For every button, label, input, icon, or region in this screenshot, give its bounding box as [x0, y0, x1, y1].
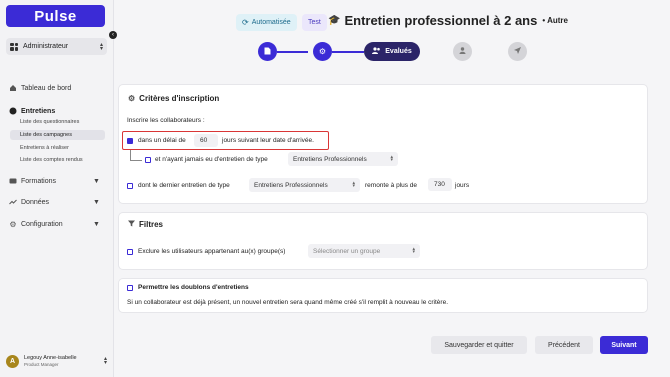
graduation-cap-icon: 🎓	[328, 15, 341, 26]
gear-icon: ⚙	[128, 94, 136, 103]
automated-label: Automatisée	[251, 19, 291, 26]
delay-label-before: dans un délai de	[138, 137, 186, 144]
home-icon	[9, 84, 17, 92]
previous-button[interactable]: Précédent	[535, 336, 593, 354]
test-badge: Test	[302, 14, 327, 31]
updown-icon: ▴ ▾	[352, 179, 355, 189]
subnav-campaigns[interactable]: Liste des campagnes	[10, 130, 105, 140]
delay-days-input[interactable]: 60	[194, 134, 218, 147]
never-had-checkbox[interactable]	[145, 157, 151, 163]
document-icon	[264, 47, 271, 57]
gear-icon: ⚙	[9, 219, 17, 229]
step-questionnaire[interactable]	[258, 42, 277, 61]
never-had-label: et n'ayant jamais eu d'entretien de type	[155, 156, 268, 163]
filters-title-text: Filtres	[139, 220, 164, 229]
nav-trainings-label: Formations	[21, 177, 57, 185]
older-than-days-input[interactable]: 730	[428, 178, 452, 191]
next-button[interactable]: Suivant	[600, 336, 648, 354]
role-selector[interactable]: Administrateur ▴ ▾	[6, 38, 107, 55]
tree-connector	[130, 150, 142, 161]
nav-trainings[interactable]: Formations ▼	[9, 177, 100, 185]
criteria-intro: Inscrire les collaborateurs :	[127, 117, 205, 124]
last-interview-label: dont le dernier entretien de type	[138, 182, 230, 189]
delay-checkbox[interactable]	[127, 138, 133, 144]
updown-icon: ▴ ▾	[99, 41, 103, 52]
allow-duplicates-label: Permettre les doublons d'entretiens	[138, 284, 249, 291]
filters-title: Filtres	[128, 220, 163, 229]
chevron-down-icon: ▼	[93, 220, 100, 228]
chevron-down-icon: ▼	[93, 198, 100, 206]
grid-icon	[10, 42, 18, 51]
criteria-title: ⚙ Critères d'inscription	[128, 94, 219, 103]
page-title: 🎓 Entretien professionnel à 2 ans • Autr…	[328, 13, 568, 28]
user-icon	[459, 47, 466, 56]
users-icon	[372, 47, 381, 56]
collapse-sidebar-button[interactable]: ‹	[109, 31, 117, 39]
nav-interviews-label: Entretiens	[21, 107, 56, 115]
step-connector	[332, 51, 364, 53]
filter-icon	[128, 220, 135, 229]
subnav-todo[interactable]: Entretiens à réaliser	[20, 145, 69, 151]
step-evaluated[interactable]: Evalués	[364, 42, 420, 61]
subnav-reports[interactable]: Liste des comptes rendus	[20, 157, 83, 163]
refresh-icon: ⟳	[242, 18, 249, 27]
updown-icon: ▴ ▾	[412, 245, 415, 255]
last-interview-type-select[interactable]: Entretiens Professionnels ▴ ▾	[249, 178, 360, 192]
step-evaluators[interactable]	[453, 42, 472, 61]
nav-data[interactable]: Données ▼	[9, 198, 100, 206]
user-menu[interactable]: A Legouy Anne-isabelle Product Manager ▴…	[6, 351, 107, 371]
last-interview-checkbox[interactable]	[127, 183, 133, 189]
group-select-placeholder: Sélectionner un groupe	[313, 247, 381, 255]
trainings-icon	[9, 177, 17, 185]
never-had-type-select[interactable]: Entretiens Professionnels ▴ ▾	[288, 152, 398, 166]
title-text: Entretien professionnel à 2 ans	[344, 13, 538, 28]
last-interview-type-value: Entretiens Professionnels	[254, 181, 328, 189]
save-and-quit-button[interactable]: Sauvegarder et quitter	[431, 336, 527, 354]
step-connector	[277, 51, 308, 53]
interviews-icon	[9, 107, 17, 115]
older-than-unit: jours	[455, 182, 470, 189]
nav-interviews[interactable]: Entretiens	[9, 107, 55, 115]
duplicates-note: Si un collaborateur est déjà présent, un…	[127, 299, 449, 306]
gear-icon: ⚙	[318, 47, 327, 56]
user-role: Product Manager	[24, 362, 59, 367]
send-icon	[514, 47, 521, 56]
subnav-questionnaires[interactable]: Liste des questionnaires	[20, 119, 79, 125]
chevron-down-icon: ▼	[93, 177, 100, 185]
nav-config[interactable]: ⚙ Configuration ▼	[9, 219, 100, 229]
delay-label-after: jours suivant leur date d'arrivée.	[222, 137, 314, 144]
criteria-title-text: Critères d'inscription	[139, 94, 220, 103]
updown-icon: ▴ ▾	[103, 356, 107, 366]
never-had-type-value: Entretiens Professionnels	[293, 155, 367, 163]
role-label: Administrateur	[23, 43, 69, 50]
exclude-groups-checkbox[interactable]	[127, 249, 133, 255]
sidebar: Pulse Administrateur ▴ ▾ Tableau de bord …	[0, 0, 114, 377]
nav-dashboard[interactable]: Tableau de bord	[9, 84, 71, 92]
exclude-groups-label: Exclure les utilisateurs appartenant au(…	[138, 248, 286, 255]
nav-dashboard-label: Tableau de bord	[21, 84, 72, 92]
updown-icon: ▴ ▾	[390, 153, 393, 163]
group-select[interactable]: Sélectionner un groupe ▴ ▾	[308, 244, 420, 258]
step-settings[interactable]: ⚙	[313, 42, 332, 61]
step-evaluated-label: Evalués	[385, 48, 412, 55]
chart-icon	[9, 198, 17, 206]
avatar: A	[6, 354, 19, 368]
user-name: Legouy Anne-isabelle	[24, 355, 77, 361]
title-subtitle: • Autre	[542, 16, 568, 25]
nav-config-label: Configuration	[21, 220, 63, 228]
older-than-label: remonte à plus de	[365, 182, 418, 189]
filters-card: Filtres	[118, 212, 648, 270]
nav-data-label: Données	[21, 198, 50, 206]
allow-duplicates-checkbox[interactable]	[127, 285, 133, 291]
automated-badge: ⟳ Automatisée	[236, 14, 297, 31]
pulse-logo: Pulse	[6, 5, 105, 27]
step-launch[interactable]	[508, 42, 527, 61]
